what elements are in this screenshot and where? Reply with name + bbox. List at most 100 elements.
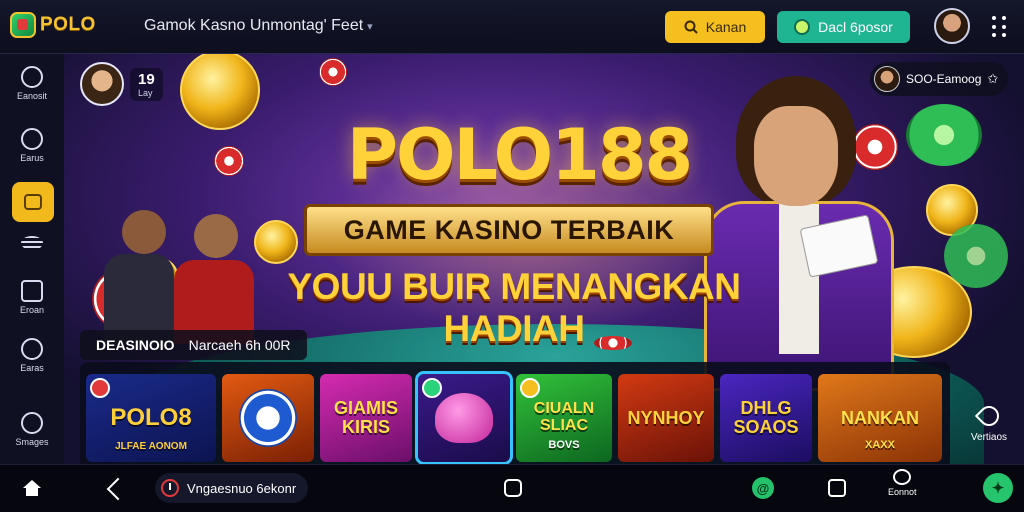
hero-user-sub: Lay [138,87,153,98]
right-help-label: Vertiaos [970,432,1008,443]
star-icon: ✦ [991,480,1005,497]
deposit-button-label: Dacl 6posor [818,19,893,35]
players-illustration [104,204,274,344]
record-label: Vngaesnuo 6ekonr [187,480,297,496]
logo[interactable]: POLO [10,12,96,38]
sidebar-item-label: Earus [20,153,44,163]
deposit-button[interactable]: Dacl 6posor [777,11,910,43]
games-section-title: DEASINOIO [96,337,175,353]
hero-user-card[interactable]: 19 Lay [80,62,163,106]
tabs-button[interactable] [828,479,846,497]
game-tile-7[interactable]: DHLG SOAOS [720,374,812,462]
home-button[interactable] [23,480,41,496]
square-icon [828,479,846,497]
sidebar-item-active[interactable] [12,182,54,222]
game-title: GIAMIS KIRIS [333,398,398,437]
game-title: NANKAN [841,407,919,428]
bottom-nav: Vngaesnuo 6ekonr @ Eonnot ✦ [0,464,1024,512]
user-icon [21,128,43,150]
sidebar-item-3[interactable] [0,236,64,250]
whatsapp-icon: @ [752,477,774,499]
game-tile-5[interactable]: CIUALN SLIAC BOVS [516,374,612,462]
more-menu-icon[interactable] [992,16,1008,38]
search-button[interactable]: Kanan [665,11,765,43]
hero-slogan: YOUU BUIR MENANGKAN HADIAH [287,266,742,349]
home-icon [23,480,41,496]
poker-chip [906,104,982,166]
poker-chip [214,146,244,176]
chat-icon [21,66,43,88]
game-badge-icon [90,378,110,398]
logo-icon [10,12,36,38]
poker-chip [319,58,347,86]
games-carousel: POLO8 JLFAE AONOM GIAMIS KIRIS CIUALN SL… [80,362,950,464]
sidebar-item-label: Eanosit [16,91,48,101]
promo-badge[interactable]: SOO-Eamoog ✩ [870,62,1009,96]
deposit-icon [794,19,811,35]
game-tile-3[interactable]: GIAMIS KIRIS [320,374,412,462]
games-section-header: DEASINOIO Narcaeh 6h 00R [80,330,307,360]
recents-button[interactable] [504,479,522,497]
game-tile-8[interactable]: NANKAN XAXX [818,374,942,462]
record-icon [161,479,179,497]
sidebar-item-2[interactable]: Earus [0,128,64,163]
record-pill[interactable]: Vngaesnuo 6ekonr [155,473,309,503]
search-button-label: Kanan [705,19,747,35]
fab-button[interactable]: ✦ [983,473,1013,503]
game-badge-icon [520,378,540,398]
poker-chip-icon [239,389,297,447]
hero-ribbon-text: GAME KASINO TERBAIK [343,214,675,245]
games-section-subtitle: Narcaeh 6h 00R [188,337,291,353]
game-tile-2[interactable] [222,374,314,462]
game-tile-1[interactable]: POLO8 JLFAE AONOM [86,374,216,462]
game-title: POLO8 [110,404,192,432]
back-icon [106,477,130,501]
avatar [874,66,900,92]
heart-icon [435,393,493,443]
avatar[interactable] [934,8,970,44]
chat-button[interactable]: Eonnot [888,469,917,497]
star-icon: ✩ [987,71,999,86]
avatar [80,62,124,106]
sidebar-item-label: Smages [15,437,49,447]
back-button[interactable] [106,475,130,501]
clock-icon [21,338,43,360]
whatsapp-button[interactable]: @ [752,477,774,499]
promo-badge-text: SOO-Eamoog [906,72,982,86]
game-subtitle: BOVS [548,439,580,452]
chevron-down-icon: ▾ [367,20,373,33]
hero-user-value: 19 [138,70,155,88]
sidebar-item-6[interactable]: Smages [0,412,64,447]
sidebar-item-1[interactable]: Eanosit [0,66,64,101]
search-icon [684,20,698,34]
game-title: NYNHOY [627,407,705,428]
game-badge-icon [422,378,442,398]
game-subtitle: XAXX [865,439,895,452]
poker-chip [944,224,1008,288]
sidebar-item-label: Earas [20,363,44,373]
game-tile-6[interactable]: NYNHOY [618,374,714,462]
hero-banner[interactable]: 19 Lay POLO188 GAME KASINO TERBAIK YOUU … [64,54,1024,464]
square-icon [504,479,522,497]
list-icon [21,236,43,250]
logo-text: POLO [40,14,96,35]
game-title: CIUALN SLIAC [533,400,595,434]
gold-coin [180,54,260,130]
top-bar: POLO Gamok Kasno Unmontag' Feet ▾ Kanan … [0,0,1024,54]
page-title: Gamok Kasno Unmontag' Feet [144,17,364,34]
sidebar-item-4[interactable]: Eroan [0,280,64,315]
sidebar-item-5[interactable]: Earas [0,338,64,373]
right-help-button[interactable]: Vertiaos [964,401,1014,443]
sidebar-item-label: Eroan [19,305,45,315]
sidebar: Eanosit Earus Eroan Earas Smages [0,54,64,464]
phone-icon [21,280,43,302]
chat-label: Eonnot [888,487,917,497]
game-title: DHLG SOAOS [733,398,799,437]
help-icon [974,401,1004,431]
game-tile-4[interactable] [415,371,513,464]
game-subtitle: JLFAE AONOM [115,440,187,452]
title-dropdown[interactable]: Gamok Kasno Unmontag' Feet ▾ [144,17,373,35]
hero-title: POLO188 [346,114,694,196]
hero-user-meta: 19 Lay [130,67,163,101]
bell-icon [21,412,43,434]
